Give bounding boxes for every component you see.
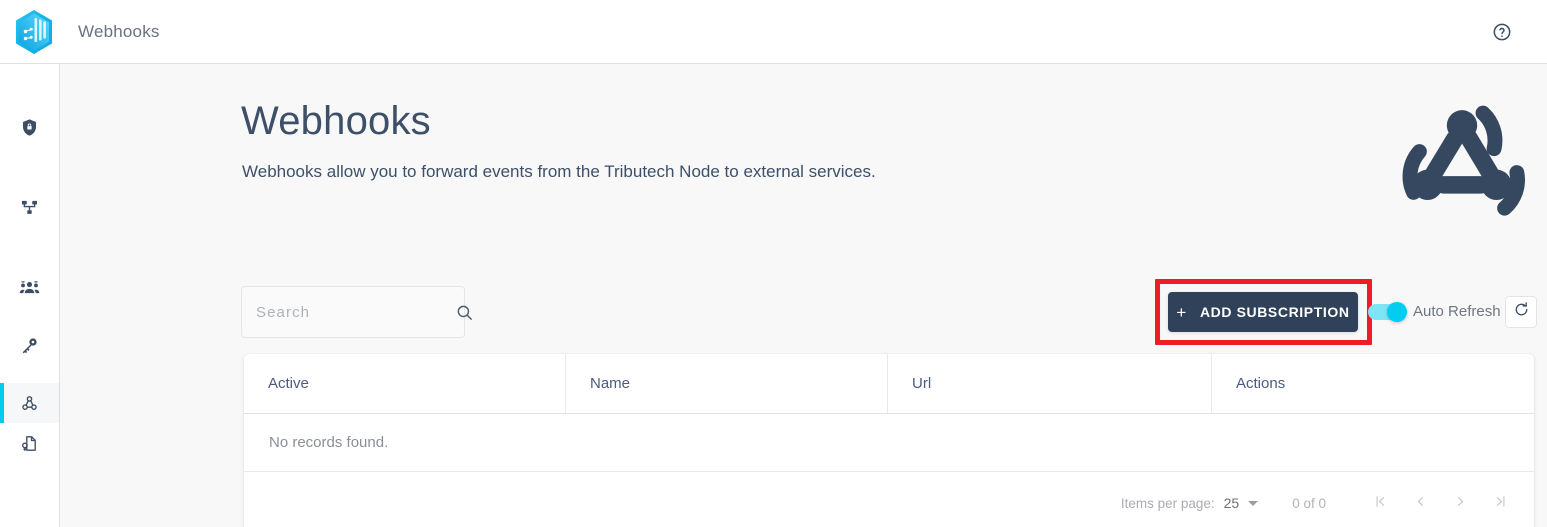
document-key-icon — [20, 434, 39, 453]
table-header-row: Active Name Url Actions — [244, 354, 1534, 414]
search-input[interactable] — [256, 303, 455, 321]
chevron-down-icon — [1248, 500, 1259, 506]
page-range-label: 0 of 0 — [1292, 495, 1326, 511]
header-app-title: Webhooks — [78, 21, 160, 41]
search-box[interactable] — [241, 286, 472, 338]
next-page-icon — [1452, 493, 1469, 513]
sidebar-item-security[interactable] — [0, 107, 59, 147]
webhooks-table: Active Name Url Actions No records found… — [244, 354, 1534, 527]
auto-refresh-toggle[interactable] — [1368, 302, 1407, 322]
search-icon[interactable] — [455, 303, 474, 322]
column-header-name[interactable]: Name — [566, 354, 888, 413]
sidebar-item-webhooks[interactable] — [0, 383, 59, 423]
shield-lock-icon — [20, 118, 39, 137]
next-page-button[interactable] — [1440, 483, 1480, 523]
sitemap-hierarchy-icon — [20, 198, 39, 217]
sidebar-item-keys[interactable] — [0, 325, 59, 365]
table-toolbar: + ADD SUBSCRIPTION Auto Refresh — [60, 274, 1547, 354]
help-circle-icon[interactable] — [1491, 21, 1513, 43]
first-page-button[interactable] — [1360, 483, 1400, 523]
column-header-active[interactable]: Active — [244, 354, 566, 413]
top-header: Webhooks — [0, 0, 1547, 64]
first-page-icon — [1372, 493, 1389, 513]
webhook-icon — [20, 394, 39, 413]
refresh-button[interactable] — [1505, 296, 1537, 328]
table-paginator: Items per page: 25 0 of 0 — [244, 472, 1534, 527]
table-empty-message: No records found. — [244, 414, 1534, 472]
sidebar-item-documents[interactable] — [0, 423, 59, 463]
column-header-url[interactable]: Url — [888, 354, 1212, 413]
add-subscription-button[interactable]: + ADD SUBSCRIPTION — [1168, 292, 1358, 332]
previous-page-button[interactable] — [1400, 483, 1440, 523]
column-header-actions[interactable]: Actions — [1212, 354, 1534, 413]
app-root: Webhooks Webhooks Webhooks allow you to … — [0, 0, 1547, 527]
sidebar-item-topology[interactable] — [0, 187, 59, 227]
page-subtitle: Webhooks allow you to forward events fro… — [242, 162, 876, 181]
key-icon — [20, 336, 39, 355]
add-subscription-label: ADD SUBSCRIPTION — [1199, 304, 1350, 320]
plus-icon: + — [1176, 302, 1187, 322]
auto-refresh-label: Auto Refresh — [1413, 303, 1501, 320]
people-group-icon — [19, 277, 40, 298]
refresh-icon — [1513, 301, 1530, 323]
sidebar-item-users[interactable] — [0, 267, 59, 307]
toggle-thumb — [1387, 302, 1407, 322]
tributech-hexagon-logo-icon[interactable] — [14, 9, 54, 55]
webhook-logo-icon — [1392, 88, 1532, 228]
last-page-icon — [1492, 493, 1509, 513]
items-per-page-select[interactable]: 25 — [1224, 495, 1259, 511]
items-per-page-label: Items per page: — [1120, 495, 1215, 511]
main-content: Webhooks Webhooks allow you to forward e… — [60, 64, 1547, 527]
previous-page-icon — [1412, 493, 1429, 513]
left-sidebar — [0, 64, 60, 527]
page-title: Webhooks — [241, 99, 431, 143]
last-page-button[interactable] — [1480, 483, 1520, 523]
items-per-page-value: 25 — [1223, 495, 1240, 511]
